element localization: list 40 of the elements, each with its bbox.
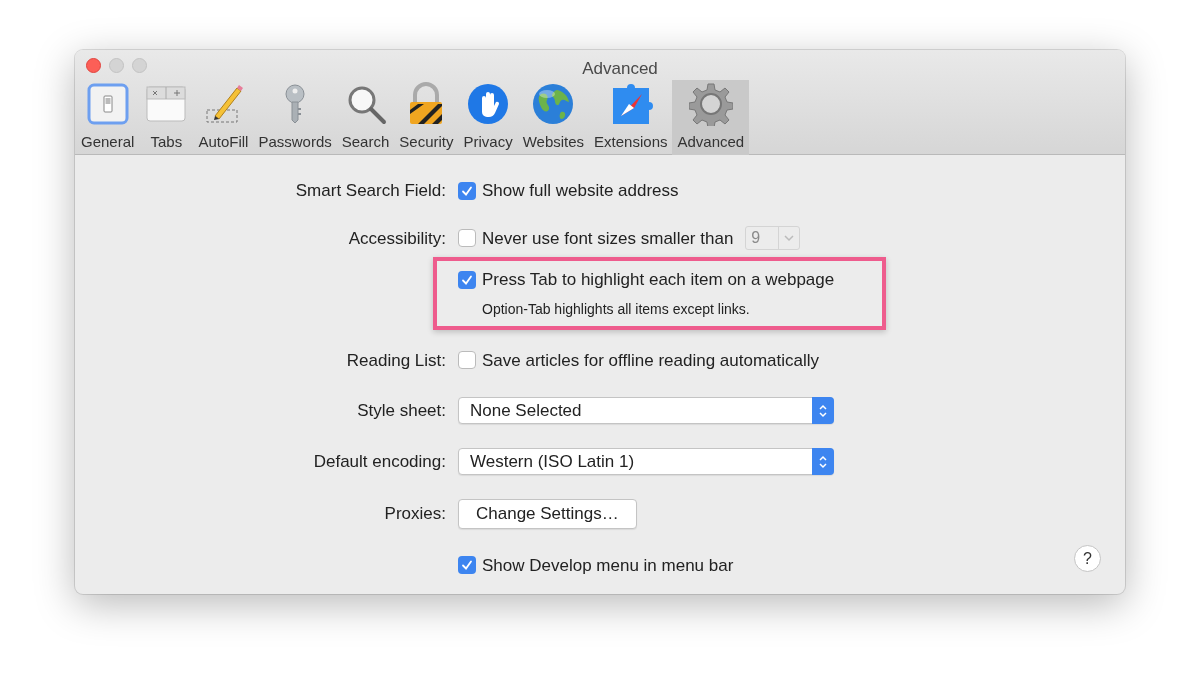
field-label: Default encoding:: [313, 451, 446, 471]
toolbar-tab[interactable]: Security: [394, 80, 459, 155]
field-label: Smart Search Field:: [295, 181, 446, 200]
checkbox-label[interactable]: Save articles for offline reading automatically: [482, 347, 820, 373]
up-down-chevron-icon: [818, 402, 828, 419]
toolbar-tab[interactable]: Search: [336, 80, 395, 155]
close-button[interactable]: [86, 58, 101, 73]
checkbox[interactable]: [458, 351, 476, 370]
field-label: Accessibility:: [348, 228, 446, 248]
help-button[interactable]: ?: [1074, 545, 1101, 572]
up-down-chevron-icon: [818, 453, 828, 470]
check-icon: [461, 273, 473, 286]
checkbox-label[interactable]: Press Tab to highlight each item on a webpage: [482, 267, 835, 293]
dropdown[interactable]: None Selected: [458, 397, 834, 424]
checkbox-label[interactable]: Show Develop menu in menu bar: [482, 552, 734, 578]
checkbox-label[interactable]: Show full website address: [482, 178, 679, 204]
checkbox[interactable]: [458, 556, 476, 575]
check-icon: [461, 559, 473, 572]
toolbar-tab[interactable]: Extensions: [589, 80, 673, 155]
toolbar-tab[interactable]: Websites: [517, 80, 590, 155]
toolbar-tab[interactable]: Advanced: [672, 80, 750, 155]
checkbox[interactable]: [458, 270, 476, 289]
field-label: Style sheet:: [357, 400, 446, 420]
change-settings-button[interactable]: Change Settings…: [458, 499, 637, 529]
globe-icon: [531, 82, 576, 126]
window-title: Advanced: [582, 59, 658, 78]
field-label: Proxies:: [384, 504, 446, 523]
toolbar-tab[interactable]: Passwords: [253, 80, 337, 155]
check-icon: [461, 184, 473, 197]
gear-icon: [688, 82, 733, 126]
hand-icon: [466, 82, 511, 126]
toolbar-tab[interactable]: General: [76, 80, 140, 155]
toolbar-tab[interactable]: Tabs: [139, 80, 194, 155]
toolbar-tab[interactable]: Privacy: [458, 80, 518, 155]
dropdown[interactable]: Western (ISO Latin 1): [458, 448, 834, 475]
checkbox[interactable]: [458, 181, 476, 200]
switch-icon: [85, 82, 130, 126]
toolbar-tab[interactable]: AutoFill: [193, 80, 254, 155]
help-text: Option-Tab highlights all items except links.: [482, 299, 751, 319]
field-label: Reading List:: [346, 350, 446, 370]
